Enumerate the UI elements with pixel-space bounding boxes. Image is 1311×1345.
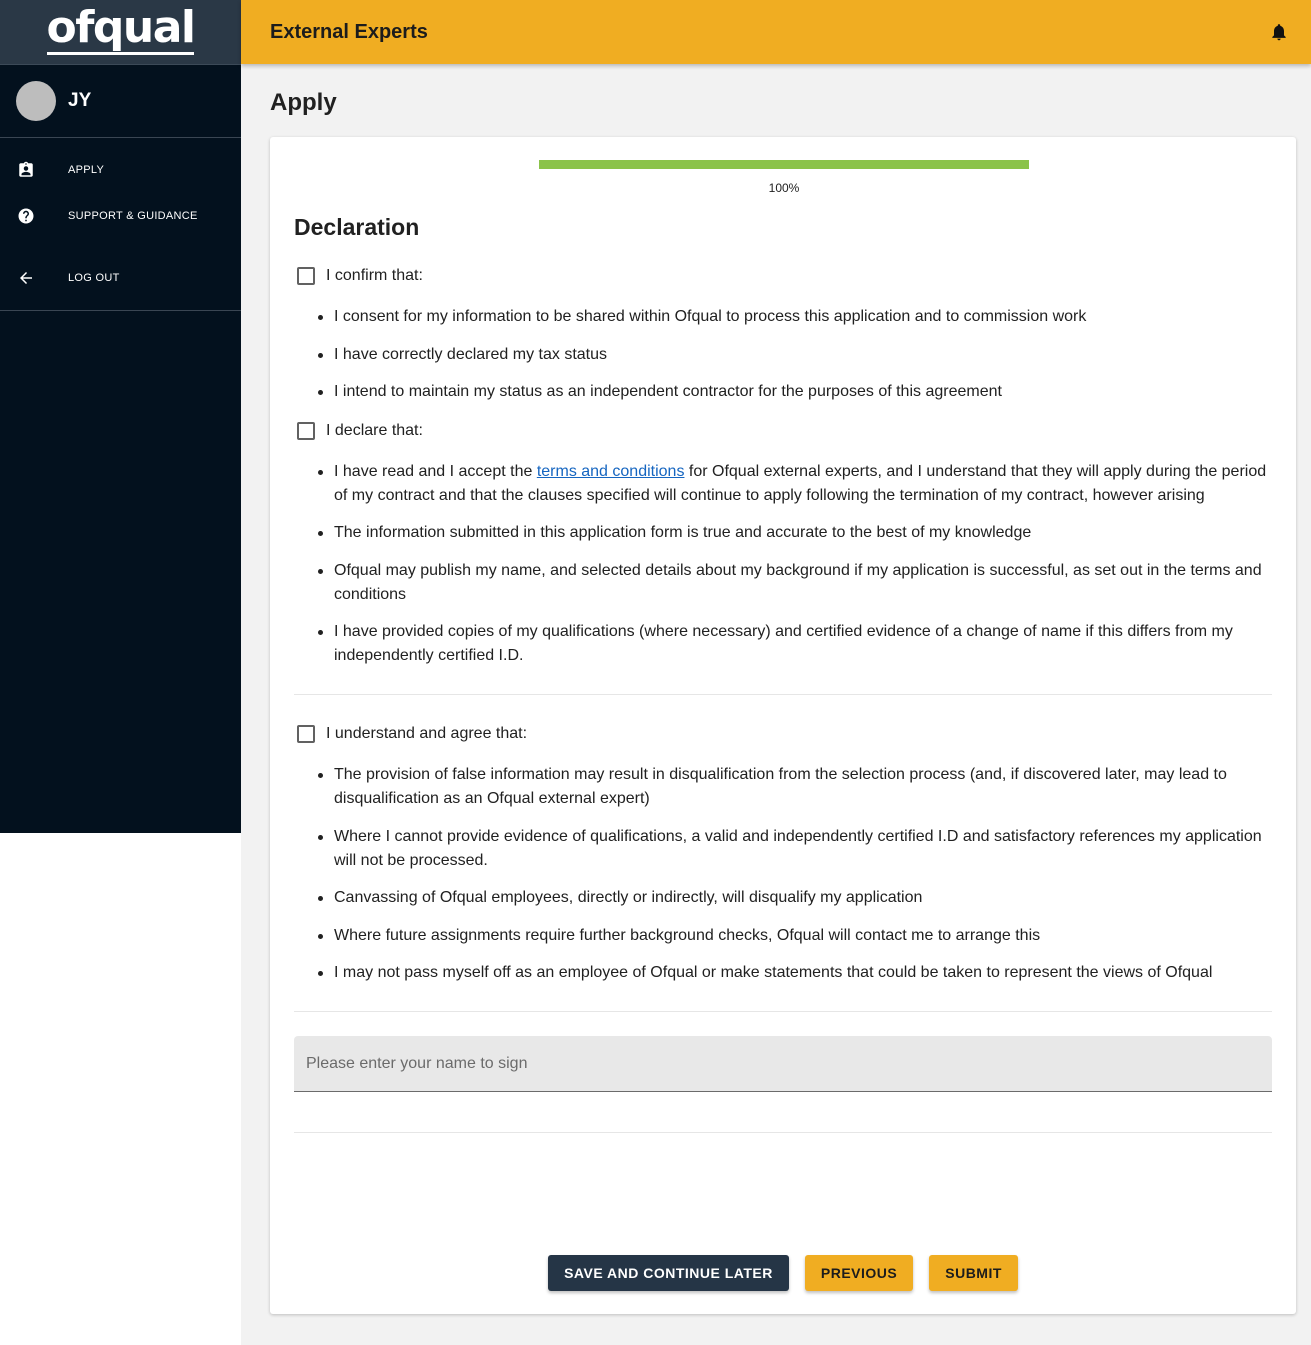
submit-button[interactable]: SUBMIT bbox=[929, 1255, 1018, 1291]
application-card: 100% Declaration I confirm that: I conse… bbox=[270, 137, 1296, 1314]
list-item: The provision of false information may r… bbox=[318, 763, 1272, 811]
agree-checkbox[interactable] bbox=[297, 725, 315, 743]
list-item: Ofqual may publish my name, and selected… bbox=[318, 559, 1272, 607]
section-divider bbox=[294, 1132, 1272, 1133]
list-item: I have correctly declared my tax status bbox=[318, 343, 1272, 367]
form-actions: SAVE AND CONTINUE LATER PREVIOUS SUBMIT bbox=[270, 1255, 1296, 1291]
declare-checkbox-row: I declare that: bbox=[294, 418, 1272, 444]
declare-label: I declare that: bbox=[326, 421, 423, 439]
signature-input[interactable] bbox=[294, 1036, 1272, 1092]
save-and-continue-later-button[interactable]: SAVE AND CONTINUE LATER bbox=[548, 1255, 789, 1291]
app-title: External Experts bbox=[270, 20, 428, 43]
main-content: Apply 100% Declaration I confirm that: I… bbox=[241, 64, 1311, 1345]
progress-bar bbox=[539, 160, 1029, 169]
confirm-checkbox-row: I confirm that: bbox=[294, 263, 1272, 289]
sidebar-item-support[interactable]: SUPPORT & GUIDANCE bbox=[0, 193, 241, 239]
agree-label: I understand and agree that: bbox=[326, 725, 528, 742]
confirm-label: I confirm that: bbox=[326, 267, 423, 284]
list-item: Where I cannot provide evidence of quali… bbox=[318, 825, 1272, 873]
bell-icon[interactable] bbox=[1267, 20, 1291, 44]
avatar[interactable] bbox=[16, 81, 56, 121]
user-profile: JY bbox=[0, 65, 241, 138]
sidebar-item-label: LOG OUT bbox=[68, 272, 120, 284]
list-item: I consent for my information to be share… bbox=[318, 305, 1272, 329]
sidebar-item-logout[interactable]: LOG OUT bbox=[0, 255, 241, 301]
section-divider bbox=[294, 694, 1272, 695]
sidebar: ofqual JY APPLY SUPPORT & GUIDANCE LOG O… bbox=[0, 0, 241, 833]
sidebar-item-label: APPLY bbox=[68, 164, 105, 176]
list-item: I have provided copies of my qualificati… bbox=[318, 620, 1272, 668]
sidebar-divider bbox=[0, 310, 241, 311]
sidebar-item-label: SUPPORT & GUIDANCE bbox=[68, 210, 198, 222]
confirm-list: I consent for my information to be share… bbox=[294, 305, 1272, 404]
list-item: I intend to maintain my status as an ind… bbox=[318, 380, 1272, 404]
list-item: Where future assignments require further… bbox=[318, 924, 1272, 948]
app-header: External Experts bbox=[241, 0, 1311, 64]
list-item: The information submitted in this applic… bbox=[318, 521, 1272, 545]
user-initials: JY bbox=[68, 90, 92, 111]
declaration-heading: Declaration bbox=[294, 214, 420, 240]
arrow-left-icon bbox=[17, 269, 35, 287]
page-title: Apply bbox=[270, 89, 337, 116]
ofqual-logo[interactable]: ofqual bbox=[46, 5, 196, 55]
declaration-form: Declaration I confirm that: I consent fo… bbox=[294, 214, 1272, 1133]
agree-checkbox-row: I understand and agree that: bbox=[294, 721, 1272, 747]
terms-and-conditions-link[interactable]: terms and conditions bbox=[537, 463, 685, 480]
assignment-ind-icon bbox=[17, 161, 35, 179]
progress-fill bbox=[539, 160, 1029, 169]
list-item: I may not pass myself off as an employee… bbox=[318, 961, 1272, 985]
previous-button[interactable]: PREVIOUS bbox=[804, 1255, 914, 1291]
section-divider bbox=[294, 1011, 1272, 1012]
help-circle-icon bbox=[17, 207, 35, 225]
list-item: I have read and I accept the terms and c… bbox=[318, 460, 1272, 508]
progress: 100% bbox=[539, 160, 1029, 195]
sidebar-nav: APPLY SUPPORT & GUIDANCE LOG OUT bbox=[0, 138, 241, 311]
logo-bar: ofqual bbox=[0, 0, 241, 65]
list-item-text: I have read and I accept the bbox=[334, 462, 537, 480]
sidebar-item-apply[interactable]: APPLY bbox=[0, 147, 241, 193]
progress-label: 100% bbox=[768, 181, 800, 195]
declare-list: I have read and I accept the terms and c… bbox=[294, 460, 1272, 669]
list-item: Canvassing of Ofqual employees, directly… bbox=[318, 886, 1272, 910]
agree-list: The provision of false information may r… bbox=[294, 763, 1272, 985]
declare-checkbox[interactable] bbox=[297, 421, 315, 440]
confirm-checkbox[interactable] bbox=[297, 267, 315, 285]
